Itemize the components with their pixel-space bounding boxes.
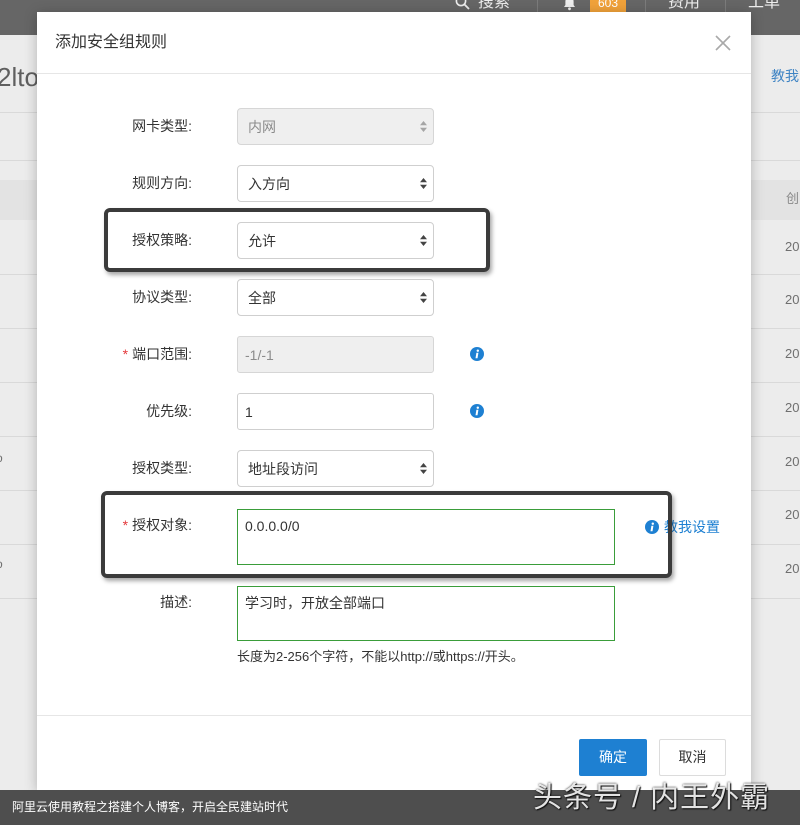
nic-type-value: 内网 [248,119,276,135]
table-cell: 20 [785,561,800,576]
port-range-label: * 端口范围: [122,346,192,362]
select-arrows-icon [420,121,427,132]
table-cell: 20 [785,292,800,307]
cancel-button[interactable]: 取消 [659,739,726,776]
confirm-button[interactable]: 确定 [579,739,647,776]
required-mark: * [122,346,129,362]
direction-select[interactable]: 入方向 [237,165,434,202]
auth-object-label: * 授权对象: [122,517,192,533]
header-divider [37,73,751,74]
policy-value: 允许 [248,233,276,249]
setup-help-link[interactable]: 教我设置 [664,518,720,536]
table-cell: 20 [785,454,800,469]
notification-count: 603 [597,0,619,10]
caption-text: 阿里云使用教程之搭建个人博客，开启全民建站时代 [12,800,289,814]
table-cell: 20 [785,239,800,254]
direction-label: 规则方向: [132,175,192,191]
nav-separator [725,0,726,12]
select-arrows-icon [420,235,427,246]
table-cell: 20 [785,507,800,522]
table-cell: 20 [785,346,800,361]
nav-separator [537,0,538,12]
dialog-title: 添加安全组规则 [55,34,168,51]
background-help-link: 教我 [771,68,799,84]
footer-divider [37,715,751,716]
protocol-label: 协议类型: [132,289,192,305]
select-arrows-icon [420,178,427,189]
required-mark: * [122,517,129,533]
priority-label: 优先级: [146,403,192,419]
watermark: 头条号 / 内王外霸 [533,782,771,814]
notification-count-badge: 603 [590,0,626,12]
add-security-group-rule-dialog: 添加安全组规则 网卡类型: 内网 规则方向: 入方向 授权策略: 允许 协议类型… [37,12,751,790]
auth-object-textarea[interactable]: 0.0.0.0/0 [237,509,615,565]
auth-type-select[interactable]: 地址段访问 [237,450,434,487]
table-cell: 20 [785,400,800,415]
close-icon[interactable] [713,33,733,53]
info-icon[interactable] [645,520,659,534]
background-column-header: 创 [786,191,800,206]
auth-type-value: 地址段访问 [248,461,318,477]
bell-icon[interactable] [562,0,577,11]
protocol-select[interactable]: 全部 [237,279,434,316]
nic-type-select: 内网 [237,108,434,145]
policy-select[interactable]: 允许 [237,222,434,259]
select-arrows-icon [420,463,427,474]
background-page-title: 2lto [0,62,39,92]
info-icon[interactable] [470,347,484,361]
description-hint: 长度为2-256个字符，不能以http://或https://开头。 [237,649,524,664]
table-cell-fragment: o [0,451,3,465]
nav-separator [645,0,646,12]
info-icon[interactable] [470,404,484,418]
nic-type-label: 网卡类型: [132,118,192,134]
select-arrows-icon [420,292,427,303]
direction-value: 入方向 [248,176,290,192]
search-icon[interactable] [455,0,470,10]
policy-label: 授权策略: [132,232,192,248]
priority-input[interactable] [237,393,434,430]
auth-type-label: 授权类型: [132,460,192,476]
description-label: 描述: [160,594,192,610]
description-textarea[interactable]: 学习时，开放全部端口 [237,586,615,641]
table-cell-fragment: o [0,557,3,571]
ticket-nav-item[interactable]: 工单 [748,0,780,13]
port-range-input [237,336,434,373]
protocol-value: 全部 [248,290,276,306]
